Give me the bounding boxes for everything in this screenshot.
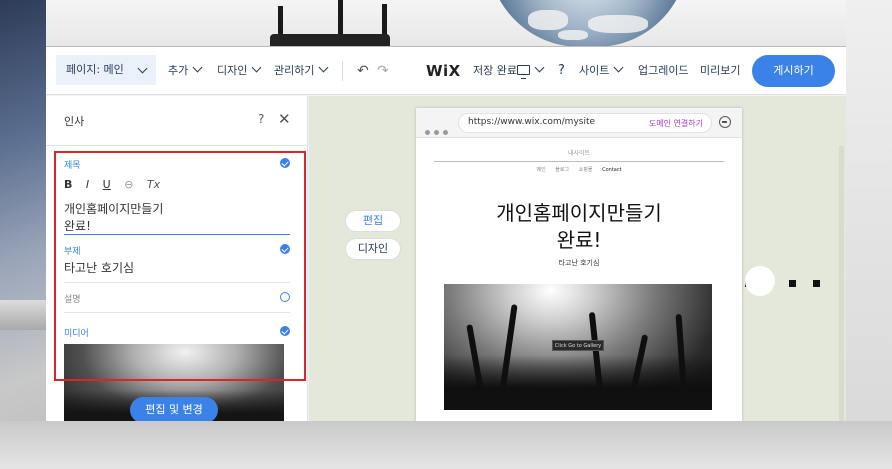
site-nav-item[interactable]: 블로그	[555, 167, 569, 173]
window-dots-icon	[425, 120, 452, 139]
background-right	[846, 0, 892, 469]
menu-manage-label: 관리하기	[274, 64, 315, 77]
device-switcher[interactable]	[515, 47, 545, 95]
hero-title[interactable]: 개인홈페이지만들기 완료!	[416, 200, 742, 254]
browser-bar: https://www.wix.com/mysite 도메인 연결하기	[416, 108, 742, 138]
site-preview[interactable]: https://www.wix.com/mysite 도메인 연결하기 내사이트…	[416, 108, 742, 421]
chevron-down-icon	[192, 62, 203, 73]
edit-section-button[interactable]: 편집	[345, 210, 401, 232]
hero-subtitle[interactable]: 타고난 호기심	[416, 258, 742, 268]
router-image	[250, 0, 410, 46]
upgrade-button[interactable]: 업그레이드	[638, 47, 689, 95]
chevron-down-icon	[137, 63, 148, 74]
menu-design[interactable]: 디자인	[217, 47, 262, 95]
design-section-button[interactable]: 디자인	[345, 238, 401, 260]
close-icon[interactable]: ✕	[278, 110, 291, 128]
menu-add-label: 추가	[168, 64, 189, 77]
menu-site[interactable]: 사이트	[579, 47, 624, 95]
save-status-label: 저장 완료	[473, 64, 517, 77]
divider	[434, 161, 724, 162]
preview-button[interactable]: 미리보기	[700, 47, 740, 95]
white-circle-shape	[745, 266, 775, 296]
square-dot-icon	[813, 280, 820, 287]
square-dot-icon	[789, 280, 796, 287]
menu-manage[interactable]: 관리하기	[274, 47, 329, 95]
publish-button[interactable]: 게시하기	[752, 55, 835, 87]
chevron-down-icon	[319, 62, 329, 73]
menu-design-label: 디자인	[217, 64, 248, 77]
connect-domain-link[interactable]: 도메인 연결하기	[649, 118, 703, 129]
monitor-icon	[517, 65, 530, 79]
panel-help-icon[interactable]: ?	[258, 112, 264, 126]
help-button[interactable]: ?	[558, 47, 565, 95]
menu-site-label: 사이트	[579, 64, 610, 77]
url-text: https://www.wix.com/mysite	[468, 117, 596, 127]
laptop-base	[0, 300, 46, 330]
site-nav-item[interactable]: Contact	[602, 167, 621, 173]
gallery-tag[interactable]: Click Go to Gallery	[552, 340, 604, 351]
hero-line2: 완료!	[556, 228, 602, 252]
zoom-out-icon[interactable]	[719, 116, 731, 128]
menu-add[interactable]: 추가	[168, 47, 203, 95]
undo-icon[interactable]: ↶	[357, 47, 369, 95]
save-status: 저장 완료	[473, 47, 517, 95]
hero-line1: 개인홈페이지만들기	[496, 201, 662, 225]
page-selector-label: 페이지: 메인	[66, 63, 124, 76]
panel-title: 인사	[64, 115, 85, 128]
redo-icon[interactable]: ↷	[377, 47, 389, 95]
concert-image[interactable]: Click Go to Gallery	[444, 284, 712, 410]
canvas-scrollbar[interactable]	[839, 146, 844, 421]
wix-logo: WiX	[426, 62, 461, 80]
background-laptop	[0, 0, 46, 469]
divider	[342, 61, 343, 81]
highlight-box	[54, 151, 306, 381]
site-nav-item[interactable]: 메인	[536, 167, 545, 173]
background-top	[0, 0, 892, 46]
edit-change-button[interactable]: 편집 및 변경	[130, 397, 218, 421]
site-nav[interactable]: 메인 블로그 쇼핑몰 Contact	[416, 166, 742, 173]
site-nav-item[interactable]: 쇼핑몰	[579, 167, 593, 173]
url-bar: https://www.wix.com/mysite 도메인 연결하기	[458, 113, 712, 133]
crowd-silhouette	[444, 355, 712, 410]
chevron-down-icon	[613, 62, 624, 73]
chevron-down-icon	[534, 62, 545, 73]
editor-topbar: 페이지: 메인 추가 디자인 관리하기 ↶ ↷ WiX 저장 완료 ? 사이트 …	[46, 47, 846, 95]
page-selector[interactable]: 페이지: 메인	[56, 55, 156, 85]
background-bottom	[0, 421, 892, 469]
chevron-down-icon	[251, 62, 262, 73]
site-logo[interactable]: 내사이트	[416, 148, 742, 157]
editor-canvas: BOOK 편집 디자인 https://www.wix.com/mysite 도…	[309, 96, 846, 421]
panel-header: 인사 ? ✕	[46, 96, 308, 146]
